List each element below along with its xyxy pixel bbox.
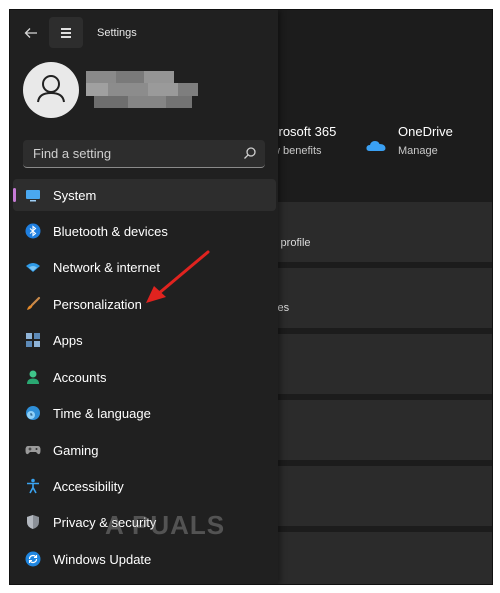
nav-item-label: Windows Update xyxy=(53,552,152,567)
monitor-icon xyxy=(26,190,40,202)
accessibility-icon xyxy=(27,478,39,494)
nav-item-time-language[interactable]: Time & language xyxy=(13,397,276,429)
nav-item-label: Gaming xyxy=(53,443,99,458)
search-box[interactable] xyxy=(23,140,265,168)
onedrive-icon xyxy=(366,141,386,151)
selection-indicator xyxy=(13,188,16,202)
watermark: A PUALS xyxy=(105,510,226,540)
username-redacted xyxy=(86,71,201,109)
nav-item-accounts[interactable]: Accounts xyxy=(13,361,276,393)
update-icon xyxy=(25,551,41,567)
person-icon xyxy=(37,75,65,103)
nav-item-apps[interactable]: Apps xyxy=(13,324,276,356)
content-row[interactable] xyxy=(272,466,492,526)
apps-icon xyxy=(26,333,40,347)
content-row[interactable] xyxy=(272,400,492,460)
nav-item-label: System xyxy=(53,188,97,203)
hamburger-menu-button[interactable] xyxy=(49,17,83,48)
person-icon xyxy=(27,370,39,384)
shield-icon xyxy=(27,515,39,529)
annotation-arrow-icon xyxy=(146,250,210,303)
microsoft365-card[interactable]: crosoft 365 w benefits xyxy=(272,124,336,157)
settings-window: crosoft 365 w benefits OneDrive Manage y… xyxy=(9,9,493,585)
nav-item-label: Personalization xyxy=(53,297,142,312)
nav-item-windows-update[interactable]: Windows Update xyxy=(13,543,276,575)
microsoft365-subtitle: w benefits xyxy=(272,145,322,157)
nav-item-label: Time & language xyxy=(53,406,151,421)
onedrive-title: OneDrive xyxy=(398,124,453,139)
content-row[interactable] xyxy=(272,334,492,394)
nav-item-system[interactable]: System xyxy=(13,179,276,211)
bluetooth-icon xyxy=(25,223,41,239)
back-arrow-icon xyxy=(24,28,37,38)
app-title: Settings xyxy=(97,27,137,39)
search-input[interactable] xyxy=(33,140,233,166)
back-button[interactable] xyxy=(20,22,42,44)
avatar[interactable] xyxy=(23,62,79,118)
content-row[interactable] xyxy=(272,202,492,262)
nav-item-accessibility[interactable]: Accessibility xyxy=(13,470,276,502)
title-bar: Settings xyxy=(10,10,278,54)
wifi-icon xyxy=(26,263,40,272)
search-icon[interactable] xyxy=(243,146,257,160)
brush-icon xyxy=(27,296,41,310)
gamepad-icon xyxy=(25,446,41,455)
content-row[interactable] xyxy=(272,532,492,584)
nav-item-label: Apps xyxy=(53,333,83,348)
onedrive-subtitle: Manage xyxy=(398,145,438,157)
nav-item-label: Bluetooth & devices xyxy=(53,224,168,239)
nav-item-bluetooth[interactable]: Bluetooth & devices xyxy=(13,215,276,247)
nav-item-label: Accessibility xyxy=(53,479,124,494)
content-row[interactable] xyxy=(272,268,492,328)
microsoft365-title: crosoft 365 xyxy=(272,124,337,139)
nav-item-gaming[interactable]: Gaming xyxy=(13,434,276,466)
onedrive-card[interactable]: OneDrive Manage xyxy=(398,124,453,157)
globe-clock-icon xyxy=(26,406,40,420)
hamburger-icon xyxy=(61,28,71,30)
nav-item-label: Accounts xyxy=(53,370,107,385)
